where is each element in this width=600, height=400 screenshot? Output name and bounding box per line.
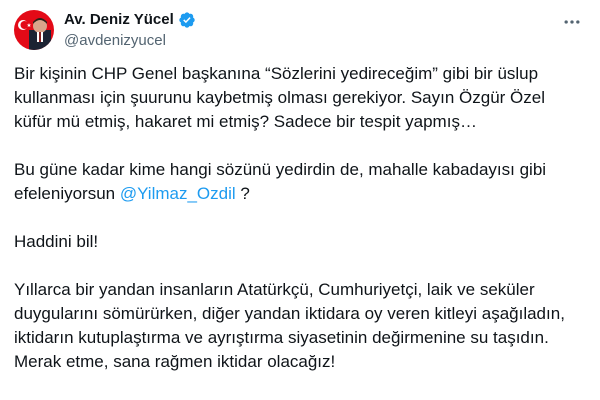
paragraph-2: Bu güne kadar kime hangi sözünü yedirdin… — [14, 158, 586, 206]
text-line: Yıllarca bir yandan insanların Atatürkçü… — [14, 280, 535, 299]
text-line: Merak etme, sana rağmen iktidar olacağız… — [14, 352, 336, 371]
text-line-with-mention: efeleniyorsun @Yilmaz_Ozdil ? — [14, 182, 586, 206]
text-line: iktidarın kutuplaştırma ve ayrıştırma si… — [14, 328, 549, 347]
tweet-text: Bir kişinin CHP Genel başkanına “Sözleri… — [14, 62, 586, 398]
user-handle[interactable]: @avdenizyucel — [64, 31, 196, 51]
text-line: Bir kişinin CHP Genel başkanına “Sözleri… — [14, 64, 539, 83]
tweet: Av. Deniz Yücel @avdenizyucel Bir kişini… — [0, 0, 600, 400]
text-line: kullanması için şuurunu kaybetmiş olması… — [14, 88, 546, 107]
profile-photo-with-turkish-flag-icon — [14, 10, 54, 50]
mention-link[interactable]: @Yilmaz_Ozdil — [120, 184, 236, 203]
avatar[interactable] — [14, 10, 54, 50]
paragraph-3: Haddini bil! — [14, 230, 586, 254]
text-line: duygularını sömürürken, diğer yandan ikt… — [14, 304, 565, 323]
more-options-button[interactable] — [558, 10, 586, 34]
tweet-header: Av. Deniz Yücel @avdenizyucel — [64, 10, 196, 51]
name-row: Av. Deniz Yücel — [64, 10, 196, 30]
paragraph-1: Bir kişinin CHP Genel başkanına “Sözleri… — [14, 62, 586, 134]
verified-badge-icon[interactable] — [178, 11, 196, 29]
text-segment: efeleniyorsun — [14, 184, 120, 203]
paragraph-4: Yıllarca bir yandan insanların Atatürkçü… — [14, 278, 586, 374]
text-line: küfür mü etmiş, hakaret mi etmiş? Sadece… — [14, 112, 477, 131]
more-options-icon — [564, 20, 580, 24]
text-segment: ? — [235, 184, 250, 203]
text-line: Bu güne kadar kime hangi sözünü yedirdin… — [14, 160, 547, 179]
text-line: Haddini bil! — [14, 232, 99, 251]
display-name[interactable]: Av. Deniz Yücel — [64, 10, 174, 30]
